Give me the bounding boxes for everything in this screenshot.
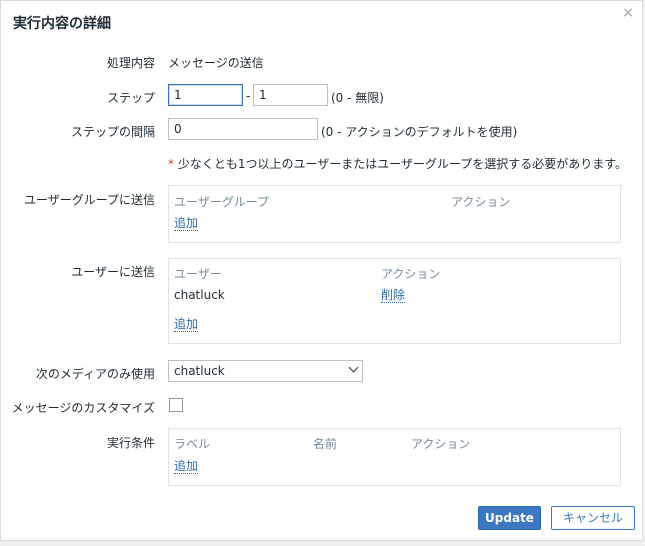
steps-to-input[interactable]: 1 xyxy=(253,84,328,106)
col-name: 名前 xyxy=(313,437,338,451)
user-groups-table: ユーザーグループ アクション 追加 xyxy=(168,185,621,243)
custom-message-checkbox[interactable] xyxy=(169,398,183,412)
conditions-table: ラベル 名前 アクション 追加 xyxy=(168,428,621,486)
col-action: アクション xyxy=(411,437,471,451)
operation-label: 処理内容 xyxy=(106,56,155,70)
media-selected-value: chatluck xyxy=(174,364,225,378)
col-action: アクション xyxy=(381,267,441,281)
update-button[interactable]: Update xyxy=(478,506,541,530)
table-row-user: chatluck xyxy=(174,288,225,302)
media-label: 次のメディアのみ使用 xyxy=(35,367,155,381)
required-note: * 少なくとも1つ以上のユーザーまたはユーザーグループを選択する必要があります。 xyxy=(168,155,627,172)
users-table: ユーザー アクション chatluck 削除 追加 xyxy=(168,258,621,344)
media-select[interactable]: chatluck xyxy=(168,360,363,382)
dialog-title: 実行内容の詳細 xyxy=(13,16,111,32)
col-user-group: ユーザーグループ xyxy=(174,195,270,209)
operation-details-dialog: 実行内容の詳細 × 処理内容 メッセージの送信 ステップ 1 - 1 (0 - … xyxy=(0,0,643,541)
required-text: 少なくとも1つ以上のユーザーまたはユーザーグループを選択する必要があります。 xyxy=(177,157,628,171)
conditions-label: 実行条件 xyxy=(106,436,155,450)
required-star: * xyxy=(168,157,174,171)
col-user: ユーザー xyxy=(174,267,222,281)
custom-message-label: メッセージのカスタマイズ xyxy=(11,401,155,415)
step-duration-label: ステップの間隔 xyxy=(70,125,155,139)
cancel-button[interactable]: キャンセル xyxy=(551,506,635,530)
col-action: アクション xyxy=(451,195,511,209)
step-duration-input[interactable]: 0 xyxy=(168,118,318,140)
send-to-groups-label: ユーザーグループに送信 xyxy=(23,193,155,207)
chevron-down-icon xyxy=(348,362,359,373)
add-user-group-link[interactable]: 追加 xyxy=(174,216,199,231)
send-to-users-label: ユーザーに送信 xyxy=(71,265,155,279)
add-condition-link[interactable]: 追加 xyxy=(174,459,199,474)
remove-user-link[interactable]: 削除 xyxy=(381,288,406,303)
steps-hint: (0 - 無限) xyxy=(331,91,384,105)
steps-label: ステップ xyxy=(106,91,155,105)
operation-value: メッセージの送信 xyxy=(168,56,264,70)
add-user-link[interactable]: 追加 xyxy=(174,317,199,332)
step-duration-hint: (0 - アクションのデフォルトを使用) xyxy=(321,125,518,139)
steps-from-input[interactable]: 1 xyxy=(168,84,243,106)
steps-separator: - xyxy=(246,89,251,103)
close-icon[interactable]: × xyxy=(622,5,634,21)
col-label: ラベル xyxy=(174,437,211,451)
